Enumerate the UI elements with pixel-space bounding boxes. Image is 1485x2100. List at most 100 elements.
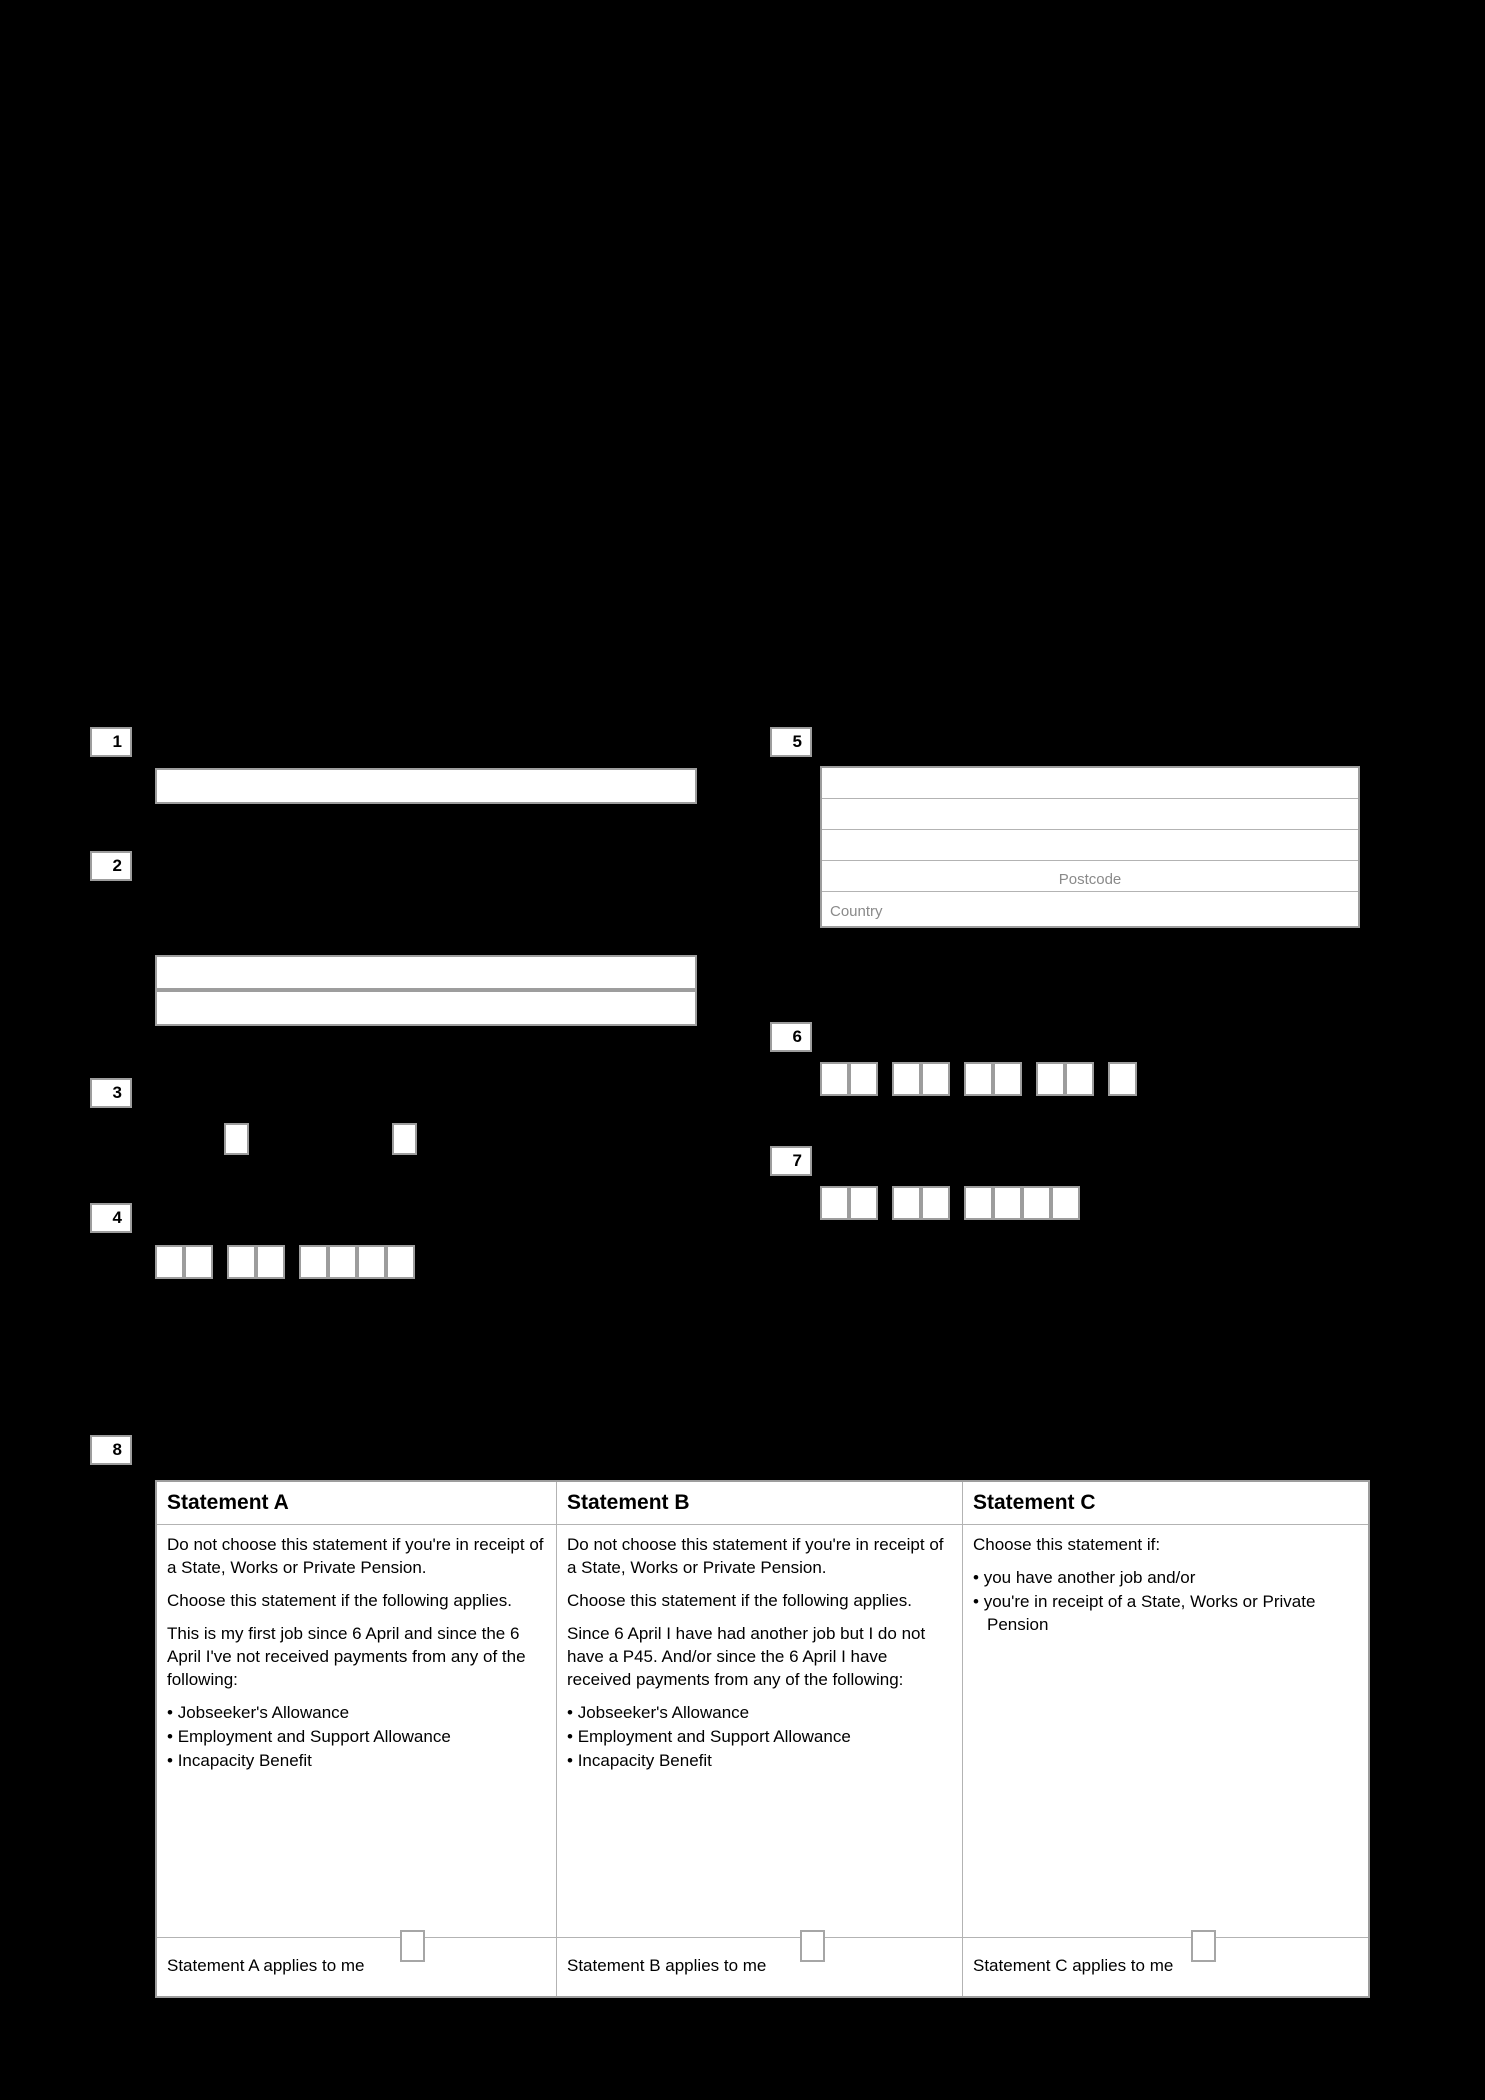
address-line-2[interactable] xyxy=(822,799,1358,830)
statement-c-paragraph-1: Choose this statement if: xyxy=(973,1535,1161,1554)
statement-b-paragraph-1: Do not choose this statement if you're i… xyxy=(567,1535,944,1577)
start-year-digit-1[interactable] xyxy=(964,1186,993,1220)
start-month-group[interactable] xyxy=(892,1186,950,1220)
statement-c-bullet-list: you have another job and/or you're in re… xyxy=(973,1566,1358,1636)
statement-a-body: Do not choose this statement if you're i… xyxy=(167,1525,546,1772)
list-item: Jobseeker's Allowance xyxy=(567,1701,952,1724)
statement-a-paragraph-1: Do not choose this statement if you're i… xyxy=(167,1535,544,1577)
statement-a-header-cell: Statement A xyxy=(157,1482,557,1524)
statement-b-header-cell: Statement B xyxy=(557,1482,963,1524)
gender-female-checkbox[interactable] xyxy=(392,1123,417,1155)
ni-char-2[interactable] xyxy=(849,1062,878,1096)
dob-year-digit-2[interactable] xyxy=(328,1245,357,1279)
dob-year-digit-1[interactable] xyxy=(299,1245,328,1279)
start-year-digit-2[interactable] xyxy=(993,1186,1022,1220)
list-item: Employment and Support Allowance xyxy=(167,1725,546,1748)
ni-char-5[interactable] xyxy=(964,1062,993,1096)
ni-char-3[interactable] xyxy=(892,1062,921,1096)
statement-a-paragraph-2: Choose this statement if the following a… xyxy=(167,1591,512,1610)
start-year-group[interactable] xyxy=(964,1186,1080,1220)
ni-char-6[interactable] xyxy=(993,1062,1022,1096)
first-name-field-line-2[interactable] xyxy=(155,990,697,1026)
statement-body-row: Do not choose this statement if you're i… xyxy=(157,1525,1368,1938)
last-name-field[interactable] xyxy=(155,768,697,804)
statement-a-paragraph-3: This is my first job since 6 April and s… xyxy=(167,1624,526,1689)
item-number-6: 6 xyxy=(770,1022,812,1052)
list-item: Jobseeker's Allowance xyxy=(167,1701,546,1724)
statement-b-applies-label: Statement B applies to me xyxy=(567,1956,767,1975)
item-number-5: 5 xyxy=(770,727,812,757)
item-number-3: 3 xyxy=(90,1078,132,1108)
start-day-digit-2[interactable] xyxy=(849,1186,878,1220)
home-address-block[interactable]: Postcode Country xyxy=(820,766,1360,928)
address-postcode-row[interactable]: Postcode xyxy=(822,861,1358,892)
dob-day-digit-2[interactable] xyxy=(184,1245,213,1279)
statement-a-applies-row: Statement A applies to me xyxy=(167,1930,546,1996)
gender-male-checkbox[interactable] xyxy=(224,1123,249,1155)
dob-month-group[interactable] xyxy=(227,1245,285,1279)
statement-a-bullet-list: Jobseeker's Allowance Employment and Sup… xyxy=(167,1701,546,1772)
dob-month-digit-2[interactable] xyxy=(256,1245,285,1279)
dob-month-digit-1[interactable] xyxy=(227,1245,256,1279)
first-name-field-line-1[interactable] xyxy=(155,955,697,990)
ni-group-4[interactable] xyxy=(1036,1062,1094,1096)
statement-b-title: Statement B xyxy=(567,1491,690,1514)
statement-c-checkbox[interactable] xyxy=(1191,1930,1216,1962)
form-page: 1 2 3 4 5 Postcode Country 6 7 8 Stateme… xyxy=(0,0,1485,2100)
list-item: Incapacity Benefit xyxy=(167,1749,546,1772)
statement-a-applies-label: Statement A applies to me xyxy=(167,1956,365,1975)
address-country-row[interactable]: Country xyxy=(822,892,1358,923)
address-line-3[interactable] xyxy=(822,830,1358,861)
start-day-digit-1[interactable] xyxy=(820,1186,849,1220)
item-number-8: 8 xyxy=(90,1435,132,1465)
start-year-digit-3[interactable] xyxy=(1022,1186,1051,1220)
start-month-digit-1[interactable] xyxy=(892,1186,921,1220)
statement-c-title: Statement C xyxy=(973,1491,1096,1514)
statement-b-paragraph-2: Choose this statement if the following a… xyxy=(567,1591,912,1610)
dob-year-group[interactable] xyxy=(299,1245,415,1279)
national-insurance-number-cells[interactable] xyxy=(820,1062,1137,1096)
statement-b-paragraph-3: Since 6 April I have had another job but… xyxy=(567,1624,926,1689)
list-item: you have another job and/or xyxy=(973,1566,1358,1589)
ni-group-2[interactable] xyxy=(892,1062,950,1096)
start-year-digit-4[interactable] xyxy=(1051,1186,1080,1220)
ni-char-4[interactable] xyxy=(921,1062,950,1096)
statement-a-footer-cell: Statement A applies to me xyxy=(157,1930,557,1996)
statement-a-checkbox[interactable] xyxy=(400,1930,425,1962)
employment-start-date-cells[interactable] xyxy=(820,1186,1080,1220)
item-number-2: 2 xyxy=(90,851,132,881)
statement-b-body-cell: Do not choose this statement if you're i… xyxy=(557,1525,963,1937)
ni-char-9[interactable] xyxy=(1108,1062,1137,1096)
start-month-digit-2[interactable] xyxy=(921,1186,950,1220)
statement-c-applies-row: Statement C applies to me xyxy=(973,1930,1358,1996)
statement-c-applies-label: Statement C applies to me xyxy=(973,1956,1174,1975)
item-number-4: 4 xyxy=(90,1203,132,1233)
statement-b-body: Do not choose this statement if you're i… xyxy=(567,1525,952,1772)
statement-b-footer-cell: Statement B applies to me xyxy=(557,1930,963,1996)
address-line-1[interactable] xyxy=(822,768,1358,799)
statement-a-title: Statement A xyxy=(167,1491,289,1514)
ni-group-5[interactable] xyxy=(1108,1062,1137,1096)
statement-c-footer-cell: Statement C applies to me xyxy=(963,1930,1368,1996)
statement-b-checkbox[interactable] xyxy=(800,1930,825,1962)
dob-day-digit-1[interactable] xyxy=(155,1245,184,1279)
ni-char-7[interactable] xyxy=(1036,1062,1065,1096)
dob-year-digit-4[interactable] xyxy=(386,1245,415,1279)
ni-char-1[interactable] xyxy=(820,1062,849,1096)
statement-c-body-cell: Choose this statement if: you have anoth… xyxy=(963,1525,1368,1937)
dob-year-digit-3[interactable] xyxy=(357,1245,386,1279)
statement-a-body-cell: Do not choose this statement if you're i… xyxy=(157,1525,557,1937)
employee-statement-table: Statement A Statement B Statement C Do n… xyxy=(155,1480,1370,1998)
statement-header-row: Statement A Statement B Statement C xyxy=(157,1482,1368,1525)
list-item: Incapacity Benefit xyxy=(567,1749,952,1772)
dob-day-group[interactable] xyxy=(155,1245,213,1279)
ni-char-8[interactable] xyxy=(1065,1062,1094,1096)
statement-footer-row: Statement A applies to me Statement B ap… xyxy=(157,1930,1368,1996)
list-item: Employment and Support Allowance xyxy=(567,1725,952,1748)
item-number-1: 1 xyxy=(90,727,132,757)
ni-group-1[interactable] xyxy=(820,1062,878,1096)
start-day-group[interactable] xyxy=(820,1186,878,1220)
date-of-birth-cells[interactable] xyxy=(155,1245,415,1279)
ni-group-3[interactable] xyxy=(964,1062,1022,1096)
statement-b-applies-row: Statement B applies to me xyxy=(567,1930,952,1996)
